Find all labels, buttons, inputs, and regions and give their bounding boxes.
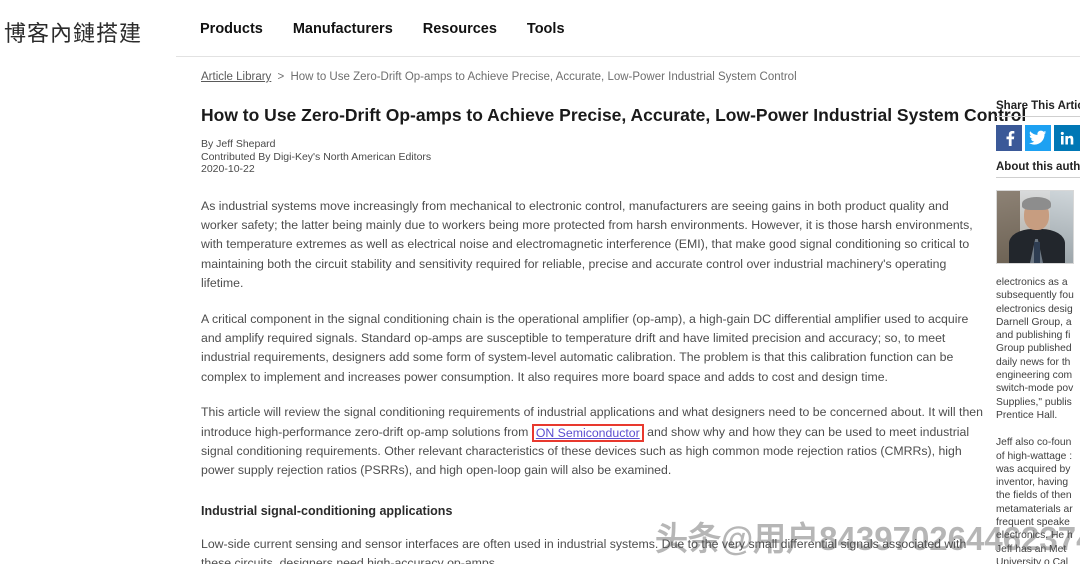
article-main: Article Library > How to Use Zero-Drift …: [201, 70, 1027, 564]
breadcrumb-link-article-library[interactable]: Article Library: [201, 71, 271, 83]
bio-line: Prentice Hall.: [996, 409, 1058, 421]
bio-line: Darnell Group, a: [996, 316, 1072, 328]
facebook-share-button[interactable]: [996, 125, 1022, 151]
bio-line: subsequently fou: [996, 290, 1074, 302]
nav-item-products[interactable]: Products: [200, 21, 263, 37]
byline-author: By Jeff Shepard: [201, 138, 276, 150]
bio-line: metamaterials ar: [996, 503, 1073, 515]
byline-contributor: Contributed By Digi-Key's North American…: [201, 150, 432, 163]
on-semiconductor-link-annotation: ON Semiconductor: [531, 423, 644, 442]
primary-nav: Products Manufacturers Resources Tools: [200, 21, 565, 37]
bio-line: the fields of then: [996, 490, 1072, 502]
bio-line: switch-mode pov: [996, 383, 1074, 395]
avatar-tie: [1034, 242, 1040, 263]
author-avatar: [996, 190, 1074, 264]
bio-line: of high-wattage :: [996, 450, 1073, 462]
bio-line: and publishing fi: [996, 330, 1071, 342]
author-bio-part-2: Jeff also co-foun of high-wattage : was …: [996, 436, 1080, 564]
share-this-article-heading: Share This Article: [996, 100, 1080, 117]
social-share-row: [996, 125, 1080, 151]
bio-line: Jeff has an Met: [996, 543, 1067, 555]
bio-line: daily news for th: [996, 356, 1071, 368]
bio-line: Jeff also co-foun: [996, 437, 1072, 449]
header-divider: [176, 56, 1080, 57]
breadcrumb-separator: >: [277, 71, 285, 83]
about-this-author-heading: About this author: [996, 161, 1080, 178]
site-header: 博客內鏈搭建 Products Manufacturers Resources …: [0, 0, 1080, 57]
site-logo[interactable]: 博客內鏈搭建: [4, 16, 142, 48]
bio-line: electronics as a: [996, 277, 1068, 288]
paragraph-2: A critical component in the signal condi…: [201, 311, 969, 384]
bio-line: was acquired by: [996, 463, 1071, 475]
page-root: 博客內鏈搭建 Products Manufacturers Resources …: [0, 0, 1080, 564]
paragraph-3: This article will review the signal cond…: [201, 403, 985, 481]
bio-line: engineering com: [996, 370, 1073, 382]
bio-line: frequent speake: [996, 517, 1070, 529]
bio-line: electronics. He h: [996, 530, 1073, 542]
twitter-bird-icon: [1029, 130, 1047, 146]
nav-item-resources[interactable]: Resources: [423, 21, 497, 37]
paragraph-1: As industrial systems move increasingly …: [201, 198, 973, 291]
avatar-hair: [1022, 197, 1051, 210]
page-title: How to Use Zero-Drift Op-amps to Achieve…: [201, 105, 1027, 125]
nav-item-tools[interactable]: Tools: [527, 21, 565, 37]
bio-line: Group published: [996, 343, 1072, 355]
byline-date: 2020-10-22: [201, 163, 255, 175]
bio-line: University o Cal: [996, 556, 1069, 564]
bio-line: inventor, having: [996, 477, 1069, 489]
nav-item-manufacturers[interactable]: Manufacturers: [293, 21, 393, 37]
paragraph-4: Low-side current sensing and sensor inte…: [201, 536, 967, 564]
breadcrumb: Article Library > How to Use Zero-Drift …: [201, 70, 985, 84]
bio-line: Supplies," publis: [996, 396, 1072, 408]
linkedin-icon: [1059, 130, 1075, 146]
twitter-share-button[interactable]: [1025, 125, 1051, 151]
author-bio-part-1: electronics as a subsequently fou electr…: [996, 276, 1080, 422]
bio-line: electronics desig: [996, 303, 1073, 315]
on-semiconductor-link[interactable]: ON Semiconductor: [536, 426, 640, 440]
right-sidebar: Share This Article: [996, 100, 1080, 564]
facebook-icon: [1001, 129, 1017, 147]
byline: By Jeff Shepard Contributed By Digi-Key'…: [201, 138, 985, 176]
linkedin-share-button[interactable]: [1054, 125, 1080, 151]
section-heading-industrial-signal-conditioning: Industrial signal-conditioning applicati…: [201, 503, 453, 518]
breadcrumb-current: How to Use Zero-Drift Op-amps to Achieve…: [290, 71, 797, 83]
